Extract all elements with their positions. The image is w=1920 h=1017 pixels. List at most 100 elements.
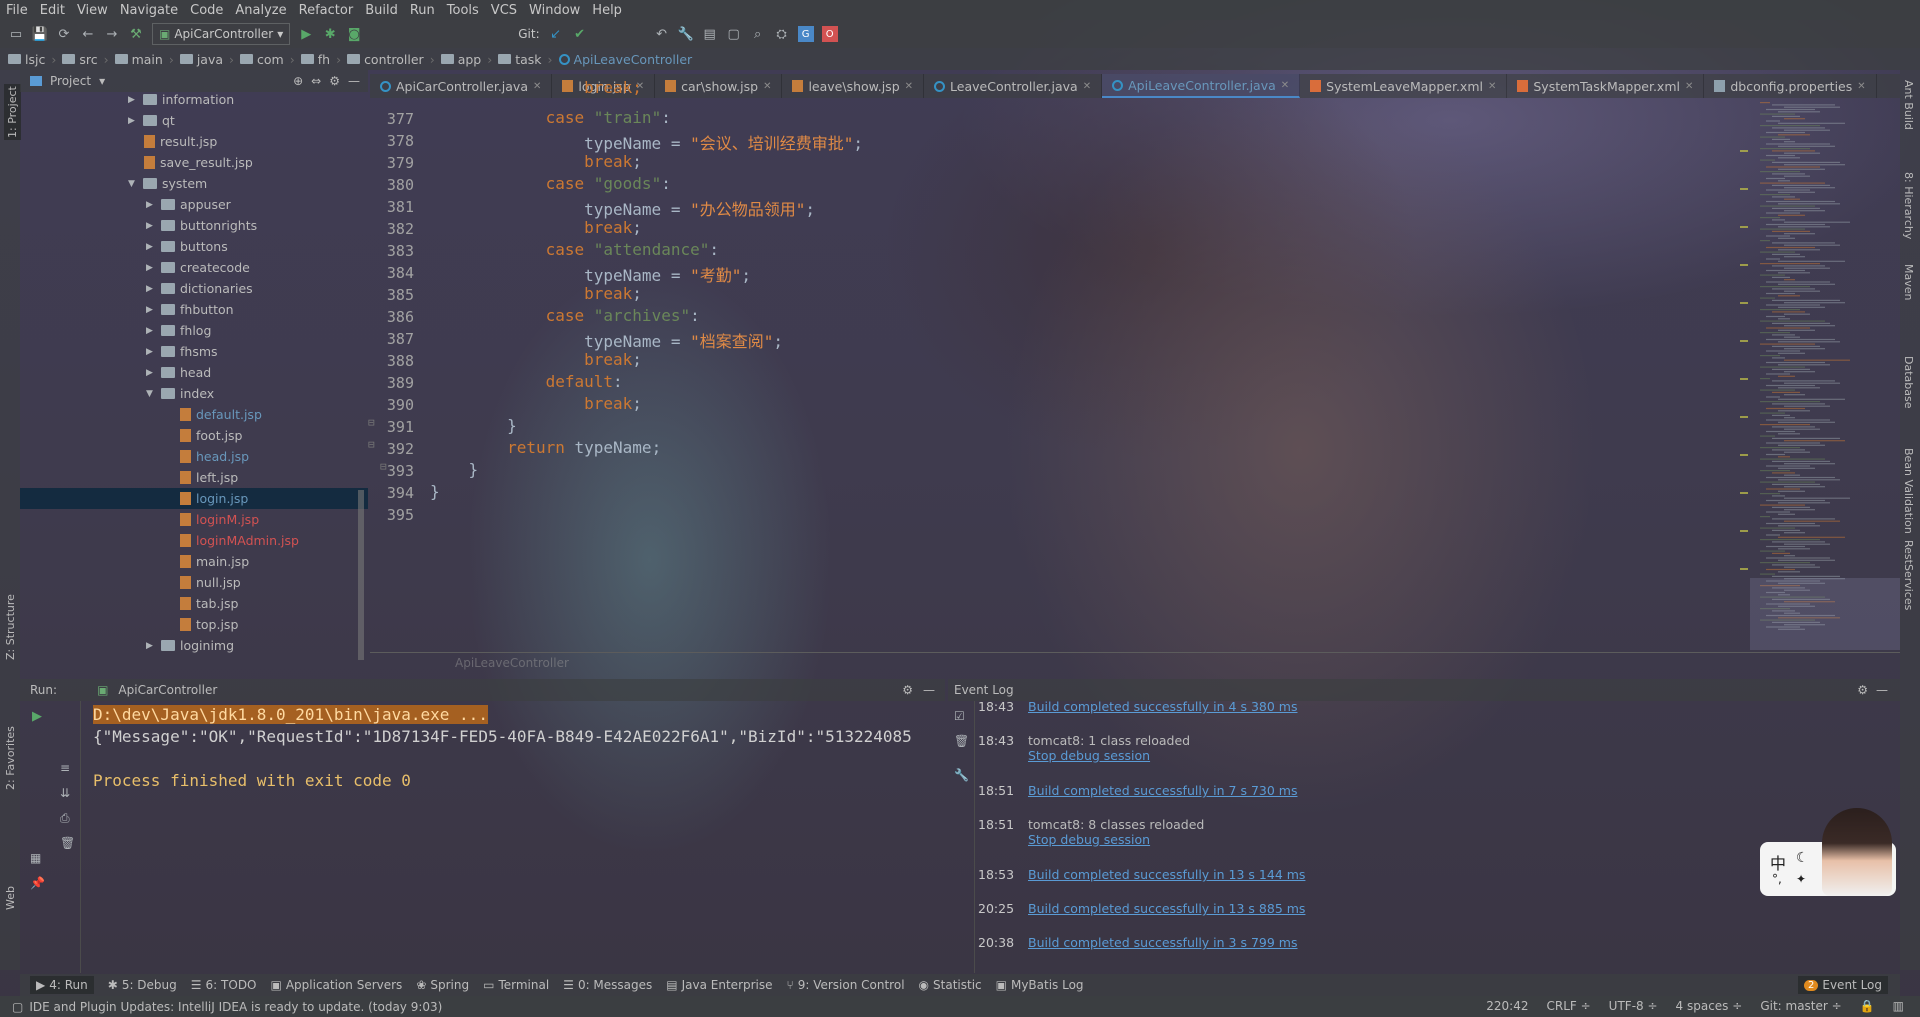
breadcrumb-item[interactable]: task	[498, 52, 542, 67]
undo-icon[interactable]: ↶	[654, 26, 670, 42]
locate-icon[interactable]: ⊕	[293, 74, 303, 88]
status-icon[interactable]: ▢	[12, 1000, 23, 1014]
tool-window-button[interactable]: ☰ 6: TODO	[191, 978, 257, 992]
tree-folder[interactable]: ▼ index	[20, 383, 214, 404]
search-icon[interactable]: ⌕	[750, 26, 766, 42]
debug-icon[interactable]: ✱	[322, 26, 338, 42]
event-link[interactable]: Build completed successfully in 13 s 144…	[1028, 867, 1305, 882]
menu-view[interactable]: View	[71, 3, 114, 18]
sync-icon[interactable]: ⟳	[56, 26, 72, 42]
breadcrumb-item[interactable]: fh	[300, 52, 330, 67]
editor-tab[interactable]: dbconfig.properties ✕	[1704, 74, 1877, 98]
tree-folder[interactable]: ▶ information	[20, 92, 234, 110]
editor-tab[interactable]: SystemTaskMapper.xml ✕	[1507, 74, 1705, 98]
project-tool-tab[interactable]: 1: Project	[4, 84, 21, 140]
tree-folder[interactable]: ▶ qt	[20, 110, 175, 131]
web-tool-tab[interactable]: Web	[4, 886, 17, 910]
minimize-icon[interactable]: —	[923, 683, 935, 697]
tool-window-button[interactable]: ▣ MyBatis Log	[996, 978, 1084, 992]
close-icon[interactable]: ✕	[905, 81, 913, 92]
menu-edit[interactable]: Edit	[34, 3, 71, 18]
scroll-to-end-icon[interactable]: ⇊	[60, 786, 70, 800]
chevron-right-icon[interactable]: ▶	[146, 368, 156, 378]
stop-debug-link[interactable]: Stop debug session	[1028, 748, 1190, 763]
editor-tab[interactable]: SystemLeaveMapper.xml ✕	[1300, 74, 1508, 98]
event-link[interactable]: Build completed successfully in 7 s 730 …	[1028, 783, 1297, 798]
warning-marker[interactable]	[1740, 568, 1748, 570]
tool-window-button[interactable]: ✱ 5: Debug	[108, 978, 177, 992]
tree-file[interactable]: save_result.jsp	[20, 152, 253, 173]
tree-folder[interactable]: ▶ head	[20, 362, 211, 383]
close-icon[interactable]: ✕	[1685, 81, 1693, 92]
right-tool-tab[interactable]: Database	[1902, 356, 1915, 409]
warning-marker[interactable]	[1740, 340, 1748, 342]
gear-icon[interactable]: ⚙	[902, 683, 913, 697]
settings-wrench-icon[interactable]: 🔧	[678, 26, 694, 42]
breadcrumb-item[interactable]: app	[440, 52, 481, 67]
chevron-down-icon[interactable]: ▼	[146, 389, 156, 399]
chevron-down-icon[interactable]: ▼	[128, 179, 138, 189]
pin-icon[interactable]: 📌	[30, 876, 45, 890]
editor-tab[interactable]: car\show.jsp ✕	[655, 74, 783, 98]
tree-folder[interactable]: ▶ fhbutton	[20, 299, 234, 320]
close-icon[interactable]: ✕	[763, 81, 771, 92]
warning-marker[interactable]	[1740, 378, 1748, 380]
event-log-button[interactable]: 2 Event Log	[1798, 976, 1888, 994]
close-icon[interactable]: ✕	[1281, 80, 1289, 91]
event-link[interactable]: Build completed successfully in 3 s 799 …	[1028, 935, 1297, 950]
line-separator[interactable]: CRLF ÷	[1546, 999, 1590, 1013]
collapse-icon[interactable]: ⇔	[311, 74, 321, 88]
tree-folder[interactable]: ▶ fhsms	[20, 341, 218, 362]
trash-icon[interactable]: 🗑	[954, 734, 969, 748]
caret-position[interactable]: 220:42	[1486, 999, 1528, 1013]
chevron-right-icon[interactable]: ▶	[146, 305, 156, 315]
editor-tab[interactable]: LeaveController.java ✕	[924, 74, 1103, 98]
tree-folder[interactable]: ▶ loginimg	[20, 635, 234, 656]
tool-window-button[interactable]: ▤ Java Enterprise	[666, 978, 772, 992]
tree-file[interactable]: loginM.jsp	[20, 509, 259, 530]
menu-refactor[interactable]: Refactor	[293, 3, 360, 18]
project-panel-title[interactable]: Project	[50, 74, 91, 88]
tree-folder[interactable]: ▶ buttons	[20, 236, 228, 257]
tree-file[interactable]: main.jsp	[20, 551, 249, 572]
git-commit-icon[interactable]: ✔	[572, 26, 588, 42]
breadcrumb-item[interactable]: main	[114, 52, 163, 67]
chevron-right-icon[interactable]: ▶	[146, 242, 156, 252]
menu-file[interactable]: File	[0, 3, 34, 18]
chevron-right-icon[interactable]: ▶	[146, 641, 156, 651]
coverage-icon[interactable]: ◙	[346, 26, 362, 42]
git-update-icon[interactable]: ↙	[548, 26, 564, 42]
tree-file[interactable]: null.jsp	[20, 572, 241, 593]
open-folder-icon[interactable]: ▭	[8, 26, 24, 42]
soft-wrap-icon[interactable]: ≡	[60, 761, 70, 775]
tree-folder[interactable]: ▶ buttonrights	[20, 215, 257, 236]
right-tool-tab[interactable]: Ant Build	[1902, 80, 1915, 130]
menu-code[interactable]: Code	[184, 3, 229, 18]
tree-file[interactable]: left.jsp	[20, 467, 238, 488]
menu-navigate[interactable]: Navigate	[114, 3, 184, 18]
gear-icon[interactable]: ⚙	[329, 74, 340, 88]
chevron-right-icon[interactable]: ▶	[146, 263, 156, 273]
right-tool-tab[interactable]: RestServices	[1902, 540, 1915, 610]
tree-file[interactable]: foot.jsp	[20, 425, 243, 446]
tool-window-button[interactable]: ▶ 4: Run	[30, 976, 94, 994]
warning-marker[interactable]	[1740, 226, 1748, 228]
fold-marker-icon[interactable]: ⊟	[380, 460, 387, 473]
tree-scrollbar[interactable]	[358, 490, 364, 660]
tree-file[interactable]: head.jsp	[20, 446, 249, 467]
tool-window-button[interactable]: ☰ 0: Messages	[563, 978, 652, 992]
right-tool-tab[interactable]: Bean Validation	[1902, 448, 1915, 534]
menu-build[interactable]: Build	[359, 3, 404, 18]
warning-marker[interactable]	[1740, 492, 1748, 494]
tree-file[interactable]: top.jsp	[20, 614, 238, 635]
tree-file[interactable]: default.jsp	[20, 404, 262, 425]
project-structure-icon[interactable]: ▤	[702, 26, 718, 42]
tree-folder[interactable]: ▶ createcode	[20, 257, 250, 278]
minimap-viewport[interactable]	[1750, 578, 1900, 650]
run-config-tab[interactable]: ApiCarController	[118, 683, 217, 697]
save-icon[interactable]: 💾	[32, 26, 48, 42]
tree-folder[interactable]: ▶ dictionaries	[20, 278, 253, 299]
chevron-down-icon[interactable]: ▾	[99, 74, 105, 88]
menu-run[interactable]: Run	[404, 3, 441, 18]
office-icon[interactable]: O	[821, 26, 838, 42]
